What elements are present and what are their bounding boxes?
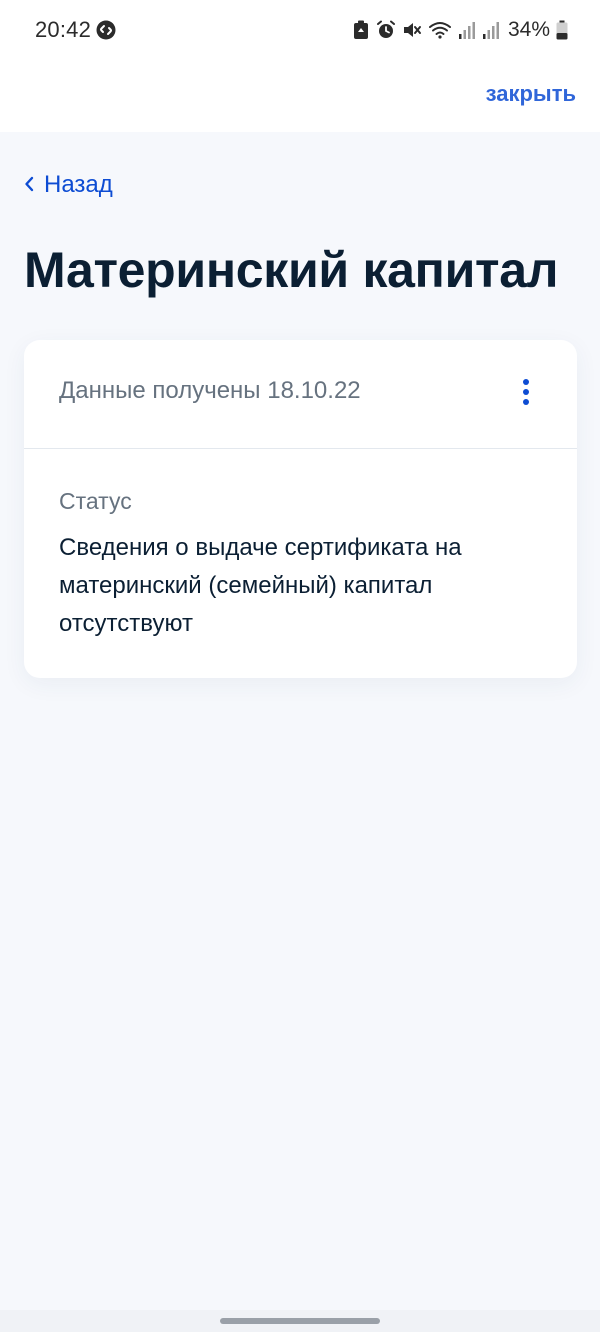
signal-icon: [458, 20, 476, 40]
back-label: Назад: [44, 171, 113, 198]
shazam-icon: [96, 20, 116, 40]
alarm-icon: [376, 20, 396, 40]
info-card: Данные получены 18.10.22 Статус Сведения…: [24, 340, 577, 678]
status-label: Статус: [59, 488, 132, 514]
home-indicator[interactable]: [220, 1318, 380, 1324]
signal-icon: [482, 20, 500, 40]
status-bar: 20:42 34%: [0, 0, 600, 60]
back-button[interactable]: Назад: [24, 170, 113, 200]
top-bar: закрыть: [0, 60, 600, 132]
status-time: 20:42: [35, 17, 92, 42]
mute-icon: [402, 20, 422, 40]
status-icons: 34%: [352, 18, 568, 42]
data-received-label: Данные получены 18.10.22: [59, 377, 361, 404]
chevron-left-icon: [24, 171, 34, 199]
more-options-icon[interactable]: [514, 378, 538, 408]
battery-icon: [556, 20, 568, 40]
system-nav-bar: [0, 1310, 600, 1332]
card-header: Данные получены 18.10.22: [24, 340, 577, 449]
page-title: Материнский капитал: [24, 242, 559, 298]
battery-percent: 34%: [507, 18, 550, 41]
recycle-icon: [352, 20, 370, 40]
status-value: Сведения о выдаче сертификата на материн…: [59, 534, 462, 637]
wifi-icon: [428, 20, 452, 40]
close-button[interactable]: закрыть: [486, 81, 576, 107]
